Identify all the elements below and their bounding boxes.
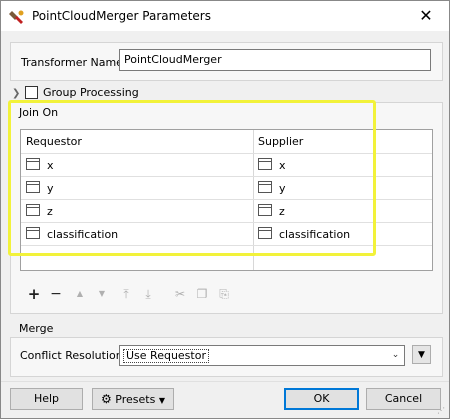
remove-row-button[interactable]: − xyxy=(47,285,65,303)
attribute-icon xyxy=(258,181,272,193)
presets-button[interactable]: ⚙ Presets ▼ xyxy=(92,388,174,410)
supplier-attr: y xyxy=(279,182,286,195)
supplier-cell[interactable]: classification xyxy=(253,223,432,246)
chevron-down-icon: ▼ xyxy=(158,396,165,405)
requestor-cell[interactable]: classification xyxy=(21,223,253,246)
move-up-icon[interactable]: ▲ xyxy=(71,285,89,303)
attribute-icon xyxy=(258,204,272,216)
conflict-resolution-value: Use Requestor xyxy=(123,349,209,363)
transformer-name-input[interactable]: PointCloudMerger xyxy=(119,49,431,71)
table-row[interactable]: y y xyxy=(21,176,432,200)
window-title: PointCloudMerger Parameters xyxy=(32,9,211,23)
transformer-name-row: Transformer Name: PointCloudMerger xyxy=(10,42,443,81)
ok-button[interactable]: OK xyxy=(284,388,359,410)
resize-grip-icon[interactable]: ⋰ xyxy=(437,406,447,416)
table-row[interactable]: classification classification xyxy=(21,222,432,246)
requestor-cell[interactable]: z xyxy=(21,200,253,223)
group-processing-checkbox[interactable] xyxy=(25,86,38,99)
transformer-icon xyxy=(9,10,24,24)
cancel-button[interactable]: Cancel xyxy=(366,388,441,410)
attribute-icon xyxy=(26,227,40,239)
move-bottom-icon[interactable]: ⤓ xyxy=(139,285,157,303)
empty-table-row[interactable] xyxy=(21,245,432,269)
requestor-attr: classification xyxy=(47,228,119,241)
supplier-cell[interactable]: x xyxy=(253,154,432,177)
conflict-resolution-label: Conflict Resolution: xyxy=(20,349,127,362)
requestor-cell[interactable]: y xyxy=(21,177,253,200)
chevron-down-icon[interactable]: ⌄ xyxy=(387,346,404,365)
move-down-icon[interactable]: ▼ xyxy=(93,285,111,303)
join-on-panel: Join On Requestor Supplier x x y y z z c… xyxy=(10,102,443,314)
gear-icon: ⚙ xyxy=(101,392,112,406)
requestor-attr: z xyxy=(47,205,53,218)
options-dropdown-button[interactable]: ▼ xyxy=(412,345,431,364)
title-bar[interactable]: PointCloudMerger Parameters ✕ xyxy=(1,1,449,31)
requestor-attr: y xyxy=(47,182,54,195)
transformer-name-label: Transformer Name: xyxy=(21,56,127,69)
move-top-icon[interactable]: ⤒ xyxy=(117,285,135,303)
join-on-title: Join On xyxy=(19,106,59,119)
attribute-icon xyxy=(258,158,272,170)
requestor-attr: x xyxy=(47,159,54,172)
requestor-header[interactable]: Requestor xyxy=(26,135,82,148)
group-processing-label: Group Processing xyxy=(43,86,139,99)
footer-divider xyxy=(1,381,449,382)
requestor-cell[interactable]: x xyxy=(21,154,253,177)
supplier-header[interactable]: Supplier xyxy=(258,135,303,148)
help-button[interactable]: Help xyxy=(10,388,83,410)
paste-icon[interactable]: ⎘ xyxy=(215,285,233,303)
attribute-icon xyxy=(26,204,40,216)
supplier-attr: z xyxy=(279,205,285,218)
copy-icon[interactable]: ❐ xyxy=(193,285,211,303)
table-row[interactable]: x x xyxy=(21,153,432,177)
presets-label: Presets xyxy=(115,393,156,406)
supplier-cell[interactable]: y xyxy=(253,177,432,200)
conflict-resolution-select[interactable]: Use Requestor ⌄ xyxy=(119,345,405,366)
chevron-right-icon[interactable]: ❯ xyxy=(12,88,20,99)
add-row-button[interactable]: + xyxy=(25,285,43,303)
supplier-attr: x xyxy=(279,159,286,172)
cut-icon[interactable]: ✂ xyxy=(171,285,189,303)
parameters-dialog: PointCloudMerger Parameters ✕ Transforme… xyxy=(0,0,450,419)
attribute-icon xyxy=(26,158,40,170)
supplier-cell[interactable]: z xyxy=(253,200,432,223)
supplier-attr: classification xyxy=(279,228,351,241)
close-icon[interactable]: ✕ xyxy=(403,1,449,31)
merge-title: Merge xyxy=(19,322,54,335)
table-row[interactable]: z z xyxy=(21,199,432,223)
attribute-icon xyxy=(26,181,40,193)
join-table: Requestor Supplier x x y y z z classific… xyxy=(20,129,433,271)
attribute-icon xyxy=(258,227,272,239)
